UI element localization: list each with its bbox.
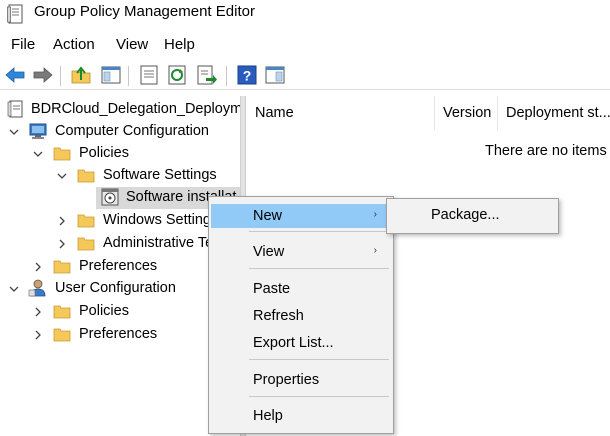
tree-software-settings[interactable]: Software Settings	[0, 165, 240, 187]
export-list-icon[interactable]	[196, 64, 218, 86]
toolbar: ?	[0, 60, 610, 90]
tree-root-label: BDRCloud_Delegation_Deploym	[31, 101, 240, 117]
menu-separator	[249, 359, 389, 360]
properties-icon[interactable]	[138, 64, 160, 86]
window-title: Group Policy Management Editor	[34, 3, 255, 20]
chevron-right-icon[interactable]	[32, 329, 44, 341]
help-icon[interactable]: ?	[236, 64, 258, 86]
show-hide-tree-icon[interactable]	[100, 64, 122, 86]
policy-document-icon	[7, 100, 23, 118]
tree-cc-policies[interactable]: Policies	[0, 143, 240, 165]
tree-computer-configuration[interactable]: Computer Configuration	[0, 121, 240, 143]
tree-label: Software Settings	[103, 167, 217, 183]
empty-list-message: There are no items t	[485, 143, 610, 159]
chevron-right-icon[interactable]	[32, 261, 44, 273]
chevron-right-icon[interactable]	[32, 306, 44, 318]
title-bar: Group Policy Management Editor	[0, 0, 610, 30]
folder-icon	[53, 147, 71, 161]
chevron-down-icon[interactable]	[56, 170, 68, 182]
menu-item-properties[interactable]: Properties	[211, 368, 391, 392]
chevron-down-icon[interactable]	[8, 126, 20, 138]
computer-icon	[29, 123, 47, 139]
show-action-pane-icon[interactable]	[264, 64, 286, 86]
menu-item-help[interactable]: Help	[211, 404, 391, 428]
policy-document-icon	[7, 4, 23, 24]
menu-item-label: Properties	[253, 372, 320, 388]
tree-windows-settings[interactable]: Windows Setting	[0, 210, 240, 232]
submenu-arrow-icon: ›	[373, 245, 377, 256]
chevron-right-icon[interactable]	[56, 238, 68, 250]
tree-uc-preferences[interactable]: Preferences	[0, 324, 240, 346]
back-icon[interactable]	[4, 64, 26, 86]
tree-label: User Configuration	[55, 280, 176, 296]
menu-item-new[interactable]: New ›	[211, 204, 391, 228]
column-header-label: Version	[443, 105, 492, 121]
menu-help[interactable]: Help	[164, 36, 195, 53]
user-icon	[28, 279, 46, 297]
tree-uc-policies[interactable]: Policies	[0, 301, 240, 323]
column-header-deployment-state[interactable]: Deployment st...	[498, 96, 610, 130]
menu-item-view[interactable]: View ›	[211, 240, 391, 264]
folder-icon	[77, 214, 95, 228]
menu-separator	[249, 268, 389, 269]
column-header-label: Deployment st...	[506, 105, 610, 121]
column-header-version[interactable]: Version	[435, 96, 498, 130]
tree-user-configuration[interactable]: User Configuration	[0, 278, 240, 300]
tree-root[interactable]: BDRCloud_Delegation_Deploym	[0, 99, 240, 121]
menu-item-label: Help	[253, 408, 283, 424]
submenu-arrow-icon: ›	[373, 209, 377, 220]
menu-item-paste[interactable]: Paste	[211, 277, 391, 301]
tree-label: Windows Setting	[103, 212, 211, 228]
menu-view[interactable]: View	[116, 36, 148, 53]
folder-icon	[53, 328, 71, 342]
menu-item-label: Refresh	[253, 308, 304, 324]
menu-file[interactable]: File	[11, 36, 35, 53]
menu-item-package[interactable]: Package...	[389, 203, 556, 229]
column-header-label: Name	[255, 105, 294, 121]
tree-label: Policies	[79, 145, 129, 161]
menu-item-label: Paste	[253, 281, 291, 297]
refresh-icon[interactable]	[166, 64, 188, 86]
software-installation-icon	[101, 188, 119, 206]
tree-cc-preferences[interactable]: Preferences	[0, 256, 240, 278]
folder-icon	[77, 237, 95, 251]
chevron-right-icon[interactable]	[56, 215, 68, 227]
tree-label: Computer Configuration	[55, 123, 209, 139]
menu-bar: File Action View Help	[0, 34, 610, 56]
tree-label: Preferences	[79, 258, 158, 274]
chevron-down-icon[interactable]	[32, 148, 44, 160]
menu-item-export-list[interactable]: Export List...	[211, 331, 391, 355]
folder-icon	[53, 305, 71, 319]
column-header-name[interactable]: Name	[247, 96, 435, 130]
tree-label: Administrative Te	[103, 235, 214, 251]
tree-label: Preferences	[79, 326, 158, 342]
menu-separator	[249, 231, 389, 232]
menu-action[interactable]: Action	[53, 36, 95, 53]
menu-item-refresh[interactable]: Refresh	[211, 304, 391, 328]
menu-item-label: Export List...	[253, 335, 334, 351]
tree-label: Policies	[79, 303, 129, 319]
forward-icon[interactable]	[32, 64, 54, 86]
chevron-down-icon[interactable]	[8, 283, 20, 295]
context-menu: New › View › Paste Refresh Export List..…	[208, 196, 394, 434]
menu-separator	[249, 396, 389, 397]
new-submenu: Package...	[386, 198, 559, 234]
up-folder-icon[interactable]	[70, 64, 92, 86]
menu-item-label: View	[253, 244, 285, 260]
tree-administrative-templates[interactable]: Administrative Te	[0, 233, 240, 255]
folder-icon	[77, 169, 95, 183]
menu-item-label: Package...	[431, 207, 500, 223]
tree-pane[interactable]: BDRCloud_Delegation_Deploym Computer Con…	[0, 96, 240, 436]
svg-text:?: ?	[243, 68, 252, 84]
menu-item-label: New	[253, 208, 283, 224]
folder-icon	[53, 260, 71, 274]
